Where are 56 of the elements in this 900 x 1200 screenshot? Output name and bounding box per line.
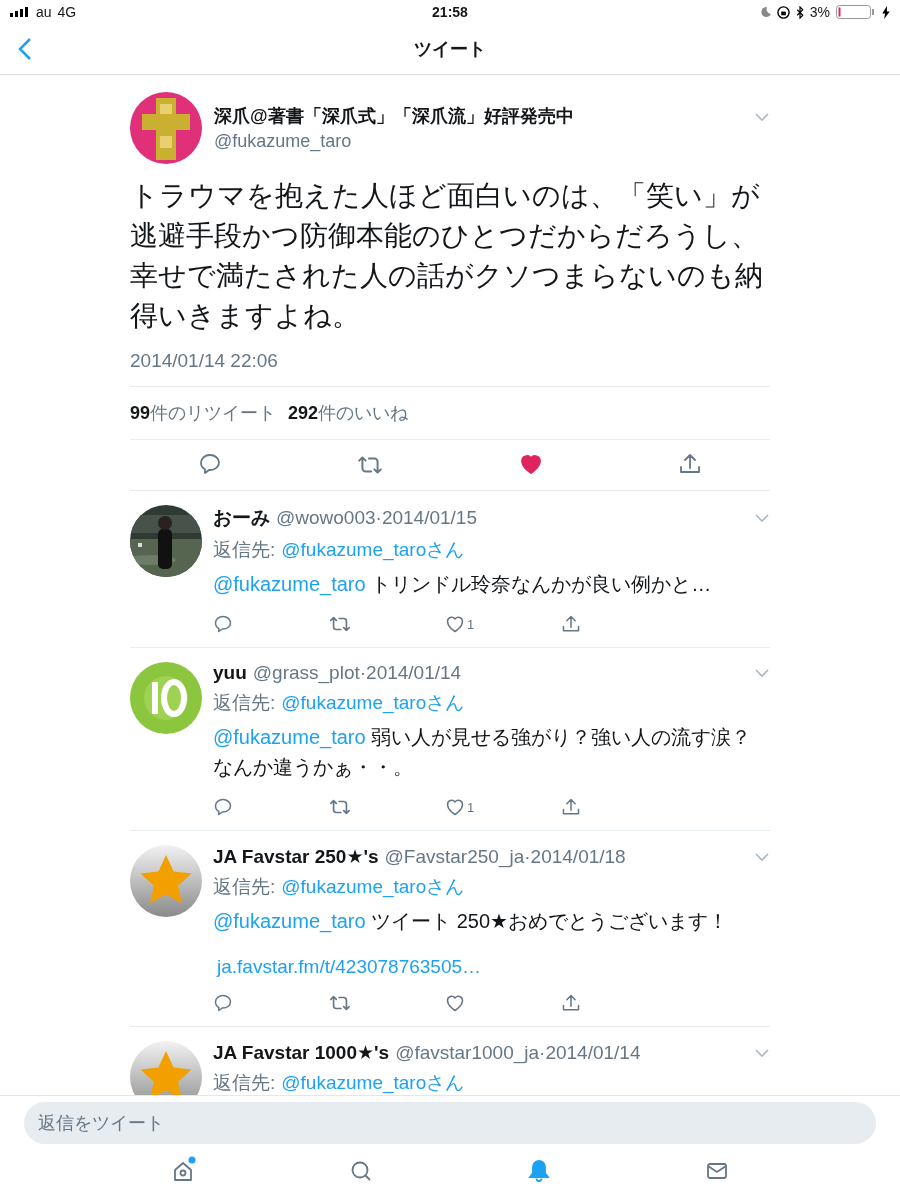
retweet-count[interactable]: 99件のリツイート: [130, 401, 277, 425]
reply-author-name[interactable]: JA Favstar 1000★'s: [213, 1041, 390, 1064]
reply-to-link[interactable]: @fukazume_taroさん: [281, 690, 465, 716]
reply-text: @fukazume_taro 弱い人が見せる強がり？強い人の流す涙？なんか違うかぁ・・。: [213, 725, 753, 780]
comment-icon[interactable]: [213, 993, 233, 1013]
heart-icon[interactable]: [518, 452, 543, 476]
author-name[interactable]: 深爪@著書「深爪式」「深爪流」好評発売中: [214, 104, 742, 128]
reply-to-link[interactable]: @fukazume_taroさん: [281, 874, 465, 900]
network-label: 4G: [57, 4, 77, 20]
reply-handle-date: @favstar1000_ja·2014/01/14: [395, 1042, 641, 1064]
reply-to-label: 返信先:: [213, 875, 276, 899]
screen-title: ツイート: [414, 38, 486, 61]
battery-percent: 3%: [809, 4, 830, 20]
comment-icon[interactable]: [197, 452, 222, 476]
reply-author-name[interactable]: yuu: [213, 662, 247, 684]
url-link[interactable]: ja.favstar.fm/t/423078763505…: [217, 956, 482, 977]
tweet-date: 2014/01/14 22:06: [130, 350, 279, 372]
reply-author-name[interactable]: おーみ: [213, 505, 270, 531]
heart-icon[interactable]: [445, 797, 465, 817]
mention-link[interactable]: @fukazume_taro: [213, 910, 366, 932]
bluetooth-icon: [795, 5, 804, 19]
share-icon[interactable]: [561, 614, 581, 634]
reply-like-count: 1: [467, 616, 475, 632]
reply-handle-date: @Favstar250_ja·2014/01/18: [384, 846, 626, 868]
moon-icon: [758, 6, 771, 18]
reply-to-label: 返信先:: [213, 1071, 276, 1095]
reply-to-link[interactable]: @fukazume_taroさん: [281, 537, 465, 563]
author-handle[interactable]: @fukazume_taro: [214, 131, 742, 152]
reply-text: @fukazume_taro トリンドル玲奈なんかが良い例かと…: [213, 572, 713, 598]
reply-input-field[interactable]: 返信をツイート: [24, 1102, 876, 1144]
signal-icon: [10, 7, 30, 17]
share-icon[interactable]: [561, 993, 581, 1013]
reply-to-label: 返信先:: [213, 691, 276, 715]
charging-icon: [882, 5, 890, 19]
reply-handle-date: @grass_plot·2014/01/14: [252, 662, 462, 684]
reply-to-label: 返信先:: [213, 538, 276, 562]
back-icon[interactable]: [18, 37, 32, 61]
reply-text: @fukazume_taro ツイート 250★おめでとうございます！: [213, 909, 730, 935]
share-icon[interactable]: [678, 452, 703, 476]
like-count[interactable]: 292件のいいね: [288, 401, 409, 425]
comment-icon[interactable]: [213, 797, 233, 817]
comment-icon[interactable]: [213, 614, 233, 634]
mention-link[interactable]: @fukazume_taro: [213, 726, 366, 748]
reply-like-count: 1: [467, 799, 475, 815]
share-icon[interactable]: [561, 797, 581, 817]
mention-link[interactable]: @fukazume_taro: [213, 573, 366, 595]
reply-author-name[interactable]: JA Favstar 250★'s: [213, 845, 379, 868]
battery-icon: [836, 5, 876, 19]
clock: 21:58: [432, 4, 468, 20]
carrier-label: au: [36, 4, 52, 20]
tweet-text: トラウマを抱えた人ほど面白いのは、「笑い」が逃避手段かつ防御本能のひとつだからだろうし、幸せで満たされた人の話がクソつまらないのも納得いきますよね。: [130, 179, 764, 333]
heart-icon[interactable]: [445, 614, 465, 634]
heart-icon[interactable]: [445, 993, 465, 1013]
reply-to-link[interactable]: @fukazume_taroさん: [281, 1070, 465, 1096]
reply-handle-date: @wowo003·2014/01/15: [276, 507, 477, 529]
rotation-lock-icon: [776, 5, 790, 19]
